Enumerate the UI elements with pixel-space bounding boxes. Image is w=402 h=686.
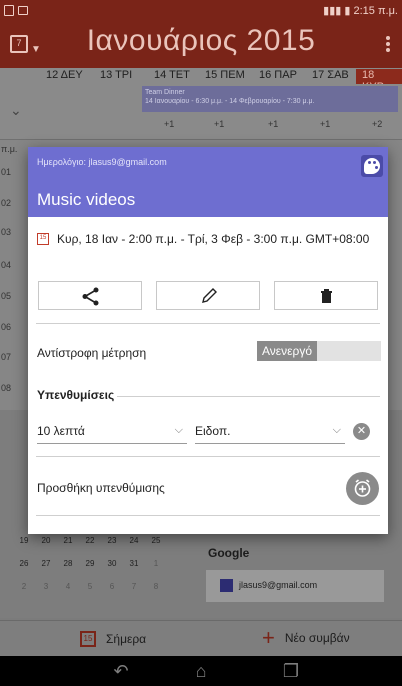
day-label[interactable]: 16 ΠΑΡ xyxy=(259,69,297,81)
mini-day[interactable]: 26 xyxy=(14,559,34,568)
more-events-count[interactable]: +1 xyxy=(164,119,174,129)
status-time: ▮▮▮ ▮ 2:15 π.μ. xyxy=(323,5,398,17)
hour-column: π.μ. 01 02 03 04 05 06 07 08 xyxy=(0,140,28,410)
mini-day[interactable]: 21 xyxy=(58,536,78,545)
add-reminder-button[interactable] xyxy=(346,472,379,505)
share-icon xyxy=(82,287,99,306)
back-icon[interactable]: ↶ xyxy=(110,660,132,682)
hour-label: 08 xyxy=(1,383,12,393)
add-alarm-icon xyxy=(354,479,371,497)
hour-label: 02 xyxy=(1,198,12,208)
signal-icon: ▮▮▮ ▮ xyxy=(323,5,351,17)
calendar-icon: 15 xyxy=(37,233,49,245)
reminder-time-select[interactable]: 10 λεπτά ⌵ xyxy=(37,424,187,444)
chevron-down-icon: ⌵ xyxy=(174,424,183,436)
dialog-header: Ημερολόγιο: jlasus9@gmail.com Music vide… xyxy=(28,147,388,217)
palette-icon[interactable] xyxy=(361,155,383,177)
mini-day[interactable]: 5 xyxy=(80,582,100,591)
status-bar: ▮▮▮ ▮ 2:15 π.μ. xyxy=(0,0,402,22)
day-label[interactable]: 12 ΔΕΥ xyxy=(46,69,83,81)
more-events-count[interactable]: +1 xyxy=(320,119,330,129)
event-actions xyxy=(38,281,378,310)
mini-day[interactable]: 28 xyxy=(58,559,78,568)
mini-day[interactable]: 29 xyxy=(80,559,100,568)
mini-day[interactable]: 23 xyxy=(102,536,122,545)
calendar-color-swatch xyxy=(220,579,233,592)
divider xyxy=(117,396,380,397)
hour-label: 05 xyxy=(1,291,12,301)
overflow-menu-icon[interactable] xyxy=(386,36,390,52)
event-details-dialog: Ημερολόγιο: jlasus9@gmail.com Music vide… xyxy=(28,147,388,534)
more-events-count[interactable]: +1 xyxy=(268,119,278,129)
mini-calendar-week: 2 3 4 5 6 7 8 xyxy=(18,582,198,605)
mini-day[interactable]: 2 xyxy=(14,582,34,591)
hour-label: 06 xyxy=(1,322,12,332)
new-event-button[interactable]: + Νέο συμβάν xyxy=(262,625,350,650)
calendar-today-icon: 15 xyxy=(80,631,96,647)
edit-button[interactable] xyxy=(156,281,260,310)
mini-day[interactable]: 31 xyxy=(124,559,144,568)
week-day-header: 12 ΔΕΥ 13 ΤΡΙ 14 ΤΕΤ 15 ΠΕΜ 16 ΠΑΡ 17 ΣΑ… xyxy=(0,68,402,93)
divider xyxy=(36,456,380,457)
today-button[interactable]: 15 Σήμερα xyxy=(80,631,146,647)
mini-day[interactable]: 30 xyxy=(102,559,122,568)
mini-calendar-week: 26 27 28 29 30 31 1 xyxy=(18,559,198,582)
all-day-event[interactable]: Team Dinner 14 Ιανουαρίου - 6:30 μ.μ. - … xyxy=(142,86,398,112)
hour-label: 07 xyxy=(1,352,12,362)
mini-day[interactable]: 25 xyxy=(146,536,166,545)
plus-icon: + xyxy=(262,625,275,650)
mini-calendar-week: 19 20 21 22 23 24 25 xyxy=(18,536,198,559)
calendar-label: Ημερολόγιο: jlasus9@gmail.com xyxy=(37,157,167,167)
more-events-count[interactable]: +2 xyxy=(372,119,382,129)
countdown-toggle[interactable]: Ανενεργό xyxy=(257,341,381,361)
mini-day[interactable]: 27 xyxy=(36,559,56,568)
mini-day[interactable]: 1 xyxy=(146,559,166,568)
hour-label: 03 xyxy=(1,227,12,237)
divider xyxy=(36,515,380,516)
chevron-down-icon: ⌵ xyxy=(332,424,341,436)
toggle-state: Ανενεργό xyxy=(257,341,317,361)
hour-label: π.μ. xyxy=(1,144,18,154)
event-title: Music videos xyxy=(37,190,136,209)
mini-day[interactable]: 8 xyxy=(146,582,166,591)
mini-day[interactable]: 19 xyxy=(14,536,34,545)
mini-day[interactable]: 3 xyxy=(36,582,56,591)
day-label[interactable]: 13 ΤΡΙ xyxy=(100,69,132,81)
hour-label: 01 xyxy=(1,167,12,177)
mini-day[interactable]: 20 xyxy=(36,536,56,545)
delete-button[interactable] xyxy=(274,281,378,310)
trash-icon xyxy=(321,289,332,303)
mini-day[interactable]: 6 xyxy=(102,582,122,591)
recent-apps-icon[interactable]: ❐ xyxy=(280,660,302,682)
mini-day[interactable]: 22 xyxy=(80,536,100,545)
system-nav-bar: ↶ ⌂ ❐ xyxy=(0,656,402,686)
mini-calendar: 19 20 21 22 23 24 25 26 27 28 29 30 31 1… xyxy=(18,536,198,605)
message-icon xyxy=(18,6,28,15)
hour-label: 04 xyxy=(1,260,12,270)
account-item[interactable]: jlasus9@gmail.com xyxy=(206,570,384,602)
reminder-type-select[interactable]: Ειδοπ. ⌵ xyxy=(195,424,345,444)
notification-icon xyxy=(4,5,14,16)
all-day-row: ⌄ Team Dinner 14 Ιανουαρίου - 6:30 μ.μ. … xyxy=(0,84,402,140)
bottom-action-bar: 15 Σήμερα + Νέο συμβάν xyxy=(0,620,402,656)
pencil-icon xyxy=(202,288,217,303)
mini-day[interactable]: 24 xyxy=(124,536,144,545)
reminders-heading: Υπενθυμίσεις xyxy=(37,388,115,402)
day-label[interactable]: 14 ΤΕΤ xyxy=(154,69,190,81)
mini-day[interactable]: 7 xyxy=(124,582,144,591)
more-events-count[interactable]: +1 xyxy=(214,119,224,129)
home-icon[interactable]: ⌂ xyxy=(190,660,212,682)
event-date-range: 15 Κυρ, 18 Ιαν - 2:00 π.μ. - Τρί, 3 Φεβ … xyxy=(37,232,369,246)
page-title: Ιανουάριος 2015 xyxy=(86,24,316,57)
countdown-label: Αντίστροφη μέτρηση xyxy=(37,346,147,360)
remove-reminder-icon[interactable]: ✕ xyxy=(353,423,370,440)
day-label[interactable]: 15 ΠΕΜ xyxy=(205,69,245,81)
app-bar: 7 ▼ Ιανουάριος 2015 xyxy=(0,22,402,68)
accounts-heading: Google xyxy=(208,546,250,560)
divider xyxy=(36,323,380,324)
share-button[interactable] xyxy=(38,281,142,310)
mini-day[interactable]: 4 xyxy=(58,582,78,591)
day-label[interactable]: 17 ΣΑΒ xyxy=(312,69,349,81)
add-reminder-label[interactable]: Προσθήκη υπενθύμισης xyxy=(37,481,165,495)
